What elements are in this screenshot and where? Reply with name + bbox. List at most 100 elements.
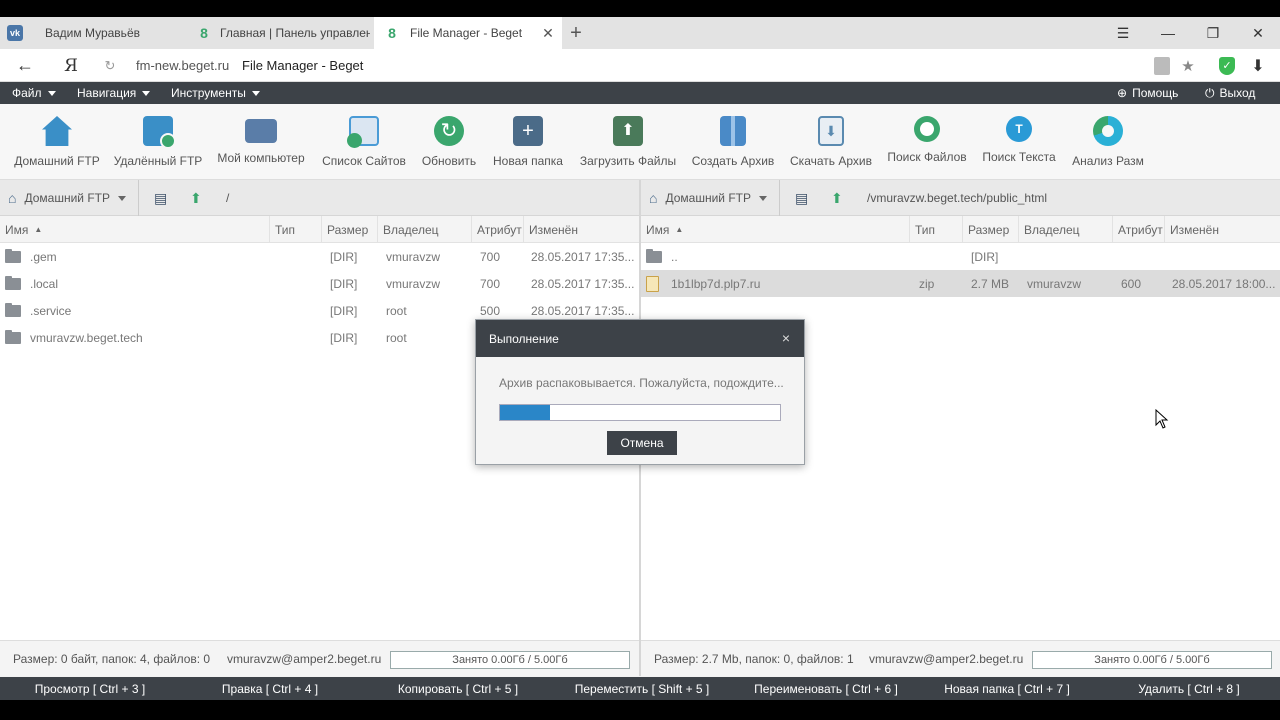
- left-quota: Занято 0.00Гб / 5.00Гб: [390, 651, 630, 669]
- chevron-down-icon: [118, 195, 126, 201]
- right-status-bar: Размер: 2.7 Mb, папок: 0, файлов: 1 vmur…: [641, 640, 1280, 676]
- search-text-icon: T: [1006, 116, 1032, 142]
- storage-icon[interactable]: ▤: [154, 180, 167, 216]
- home-ftp-button[interactable]: Домашний FTP: [14, 104, 100, 180]
- minimize-icon[interactable]: —: [1148, 17, 1188, 49]
- toolbar-label: Обновить: [421, 154, 477, 168]
- copy-button[interactable]: Копировать [ Ctrl + 5 ]: [360, 677, 556, 700]
- new-tab-button[interactable]: +: [566, 17, 586, 49]
- menu-icon[interactable]: ☰: [1103, 17, 1143, 49]
- left-source-label: Домашний FTP: [24, 191, 110, 205]
- move-button[interactable]: Переместить [ Shift + 5 ]: [556, 677, 728, 700]
- left-source-select[interactable]: ⌂ Домашний FTP: [8, 180, 126, 216]
- menu-tools[interactable]: Инструменты: [171, 82, 260, 104]
- toolbar-label: Создать Архив: [691, 154, 775, 168]
- col-attr[interactable]: Атрибут: [471, 216, 523, 243]
- home-icon: ⌂: [8, 190, 17, 206]
- left-status-bar: Размер: 0 байт, папок: 4, файлов: 0 vmur…: [0, 640, 639, 676]
- dialog-title: Выполнение: [476, 320, 804, 357]
- protect-icon[interactable]: [1152, 49, 1172, 82]
- rename-button[interactable]: Переименовать [ Ctrl + 6 ]: [728, 677, 924, 700]
- menu-help[interactable]: ⊕ Помощь: [1117, 82, 1178, 104]
- new-folder-button[interactable]: + Новая папка: [492, 104, 564, 180]
- upload-files-button[interactable]: ⬆ Загрузить Файлы: [578, 104, 678, 180]
- sites-list-icon: [347, 116, 379, 148]
- tab-vk[interactable]: vk Вадим Муравьёв: [0, 17, 186, 49]
- col-size[interactable]: Размер: [321, 216, 377, 243]
- search-files-button[interactable]: Поиск Файлов: [886, 104, 968, 180]
- create-archive-button[interactable]: Создать Архив: [690, 104, 776, 180]
- col-name[interactable]: Имя ▲: [0, 216, 269, 243]
- folder-icon: [5, 324, 21, 351]
- url-title[interactable]: File Manager - Beget: [242, 49, 363, 82]
- star-icon[interactable]: ★: [1178, 49, 1198, 82]
- reload-icon[interactable]: ↻: [100, 49, 120, 82]
- storage-icon[interactable]: ▤: [795, 180, 808, 216]
- col-size[interactable]: Размер: [962, 216, 1018, 243]
- size-analysis-button[interactable]: Анализ Разм: [1070, 104, 1146, 180]
- col-attr[interactable]: Атрибут: [1112, 216, 1164, 243]
- new-folder-hotkey-button[interactable]: Новая папка [ Ctrl + 7 ]: [924, 677, 1090, 700]
- download-archive-button[interactable]: ⬇ Скачать Архив: [788, 104, 874, 180]
- bottom-border: [0, 700, 1280, 720]
- col-owner[interactable]: Владелец: [1018, 216, 1112, 243]
- view-button[interactable]: Просмотр [ Ctrl + 3 ]: [0, 677, 180, 700]
- left-path[interactable]: /: [226, 180, 229, 216]
- menu-file[interactable]: Файл: [12, 82, 56, 104]
- right-path[interactable]: /vmuravzw.beget.tech/public_html: [867, 180, 1047, 216]
- toolbar-label: Новая папка: [493, 154, 563, 168]
- yandex-icon[interactable]: Я: [58, 49, 84, 82]
- search-text-button[interactable]: T Поиск Текста: [981, 104, 1057, 180]
- tab-file-manager[interactable]: 8 File Manager - Beget ✕: [374, 17, 562, 49]
- top-border: [0, 0, 1280, 17]
- toolbar: Домашний FTP Удалённый FTP Мой компьютер…: [0, 104, 1280, 180]
- delete-button[interactable]: Удалить [ Ctrl + 8 ]: [1090, 677, 1280, 700]
- cell-size: [DIR]: [971, 249, 999, 264]
- up-folder-icon[interactable]: ⬆: [831, 180, 843, 216]
- col-name[interactable]: Имя ▲: [641, 216, 909, 243]
- cell-size: 2.7 MB: [971, 276, 1010, 291]
- cell-owner: root: [386, 303, 407, 318]
- col-type[interactable]: Тип: [269, 216, 321, 243]
- refresh-button[interactable]: ↻ Обновить: [419, 104, 479, 180]
- url-domain[interactable]: fm-new.beget.ru: [136, 49, 229, 82]
- hotkey-bar: Просмотр [ Ctrl + 3 ] Правка [ Ctrl + 4 …: [0, 677, 1280, 700]
- col-modified[interactable]: Изменён: [523, 216, 639, 243]
- toolbar-label: Загрузить Файлы: [579, 154, 677, 168]
- col-modified[interactable]: Изменён: [1164, 216, 1280, 243]
- close-window-icon[interactable]: ✕: [1238, 17, 1278, 49]
- my-computer-button[interactable]: Мой компьютер: [215, 104, 307, 180]
- sites-list-button[interactable]: Список Сайтов: [321, 104, 407, 180]
- cell-attr: 700: [480, 276, 501, 291]
- right-source-select[interactable]: ⌂ Домашний FTP: [649, 180, 767, 216]
- edit-button[interactable]: Правка [ Ctrl + 4 ]: [180, 677, 360, 700]
- toolbar-label: Поиск Текста: [982, 150, 1056, 164]
- progress-dialog: Выполнение × Архив распаковывается. Пожа…: [475, 319, 805, 465]
- toolbar-label: Скачать Архив: [790, 154, 872, 168]
- toolbar-label: Поиск Файлов: [887, 150, 967, 164]
- tab-beget-panel[interactable]: 8 Главная | Панель управлен: [186, 17, 374, 49]
- remote-ftp-button[interactable]: Удалённый FTP: [113, 104, 203, 180]
- shield-icon[interactable]: ✓: [1216, 49, 1238, 82]
- cancel-button[interactable]: Отмена: [607, 431, 677, 455]
- col-type[interactable]: Тип: [909, 216, 962, 243]
- cell-mod: 28.05.2017 17:35...: [531, 276, 635, 291]
- menu-navigation[interactable]: Навигация: [77, 82, 151, 104]
- table-row[interactable]: .local [DIR] vmuravzw 700 28.05.2017 17:35..…: [0, 270, 639, 297]
- close-icon[interactable]: ✕: [542, 25, 554, 42]
- chevron-down-icon: [251, 90, 260, 96]
- cell-owner: vmuravzw: [386, 249, 441, 264]
- download-icon[interactable]: ⬇: [1248, 49, 1268, 82]
- cell-mod: 28.05.2017 18:00...: [1172, 276, 1276, 291]
- table-row[interactable]: .gem [DIR] vmuravzw 700 28.05.2017 17:35...: [0, 243, 639, 270]
- menu-exit[interactable]: ⏻ Выход: [1205, 82, 1255, 104]
- back-icon[interactable]: ←: [12, 49, 38, 82]
- table-row[interactable]: .. [DIR]: [641, 243, 1280, 270]
- table-row[interactable]: 1b1lbp7d.plp7.ru zip 2.7 MB vmuravzw 600 28.0…: [641, 270, 1280, 297]
- col-owner[interactable]: Владелец: [377, 216, 471, 243]
- up-folder-icon[interactable]: ⬆: [190, 180, 202, 216]
- restore-icon[interactable]: ❐: [1193, 17, 1233, 49]
- toolbar-label: Домашний FTP: [14, 154, 100, 168]
- cell-attr: 700: [480, 249, 501, 264]
- close-icon[interactable]: ×: [782, 330, 790, 346]
